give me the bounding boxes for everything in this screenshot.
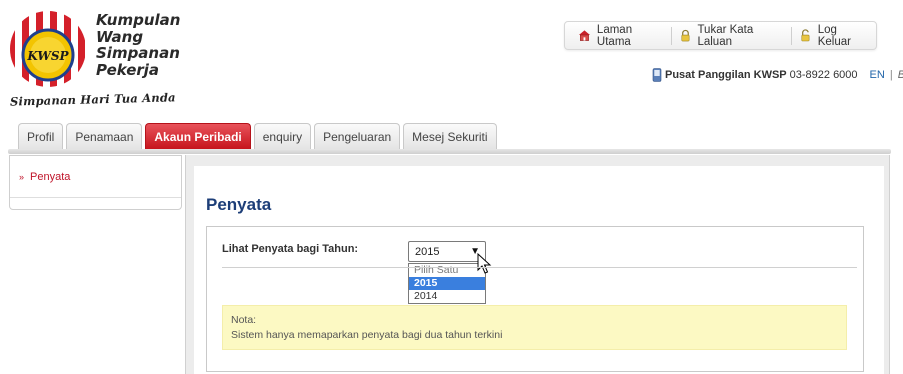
year-option[interactable]: 2014 [409,290,485,303]
tab-penamaan[interactable]: Penamaan [66,123,143,149]
chevron-right-icon: » [19,171,25,182]
tagline: Simpanan Hari Tua Anda [9,90,176,109]
year-options-list: Pilih Satu 2015 2014 [408,263,486,304]
year-select-label: Lihat Penyata bagi Tahun: [222,243,359,255]
statement-form: Lihat Penyata bagi Tahun: 2015 ▼ Pilih S… [206,226,864,372]
sidebar-item-penyata[interactable]: » Penyata [10,156,181,198]
main-panel: Penyata Lihat Penyata bagi Tahun: 2015 ▼… [185,155,890,374]
note-title: Nota: [231,314,257,326]
note-box: Nota: Sistem hanya memaparkan penyata ba… [222,305,847,350]
year-option[interactable]: 2015 [409,277,485,290]
mouse-cursor-icon [477,253,492,274]
kwsp-logo[interactable]: KWSP Kumpulan Wang Simpanan Pekerja Simp… [8,8,188,112]
call-center-label: Pusat Panggilan KWSP [665,69,787,81]
year-select[interactable]: 2015 ▼ [408,241,486,262]
home-link[interactable]: Laman Utama [571,23,671,48]
year-select-value: 2015 [415,245,440,258]
unlock-icon [801,29,810,42]
home-icon [578,30,590,41]
brand-name: Kumpulan Wang Simpanan Pekerja [96,12,180,78]
content-area: Penyata Lihat Penyata bagi Tahun: 2015 ▼… [194,166,884,374]
change-password-label: Tukar Kata Laluan [697,23,754,48]
kwsp-emblem-icon: KWSP [10,11,86,87]
tab-profil[interactable]: Profil [18,123,64,149]
logout-link[interactable]: Log Keluar [792,23,876,48]
tab-pengeluaran[interactable]: Pengeluaran [314,123,401,149]
home-link-label: Laman Utama [596,23,633,48]
note-text: Sistem hanya memaparkan penyata bagi dua… [231,329,503,341]
main-tabs: Profil Penamaan Akaun Peribadi enquiry P… [18,123,497,149]
call-center-phone: 03-8922 6000 [789,69,858,81]
year-option[interactable]: Pilih Satu [409,264,485,277]
brand-line: Wang [96,27,144,46]
language-bm-link[interactable]: BM [898,69,903,81]
sidebar-item-label: Penyata [30,170,71,183]
language-en-link[interactable]: EN [870,69,885,81]
tab-mesej-sekuriti[interactable]: Mesej Sekuriti [403,123,497,149]
change-password-link[interactable]: Tukar Kata Laluan [672,23,791,48]
sidebar: » Penyata [9,155,182,210]
top-nav: Laman Utama Tukar Kata Laluan Log Keluar [564,21,877,50]
logout-label: Log Keluar [817,23,851,48]
tab-underline [8,149,891,154]
page-title: Penyata [206,195,272,214]
brand-line: Kumpulan [96,11,181,29]
brand-line: Simpanan [96,44,180,62]
tab-enquiry[interactable]: enquiry [253,123,312,149]
brand-line: Pekerja [96,60,160,79]
tab-akaun-peribadi[interactable]: Akaun Peribadi [145,123,251,149]
lock-icon [681,29,689,42]
contact-line: Pusat Panggilan KWSP 03-8922 6000 EN | B… [652,67,903,83]
form-divider [222,267,857,268]
language-separator: | [889,69,893,81]
phone-icon [652,68,662,82]
emblem-text: KWSP [26,49,69,63]
